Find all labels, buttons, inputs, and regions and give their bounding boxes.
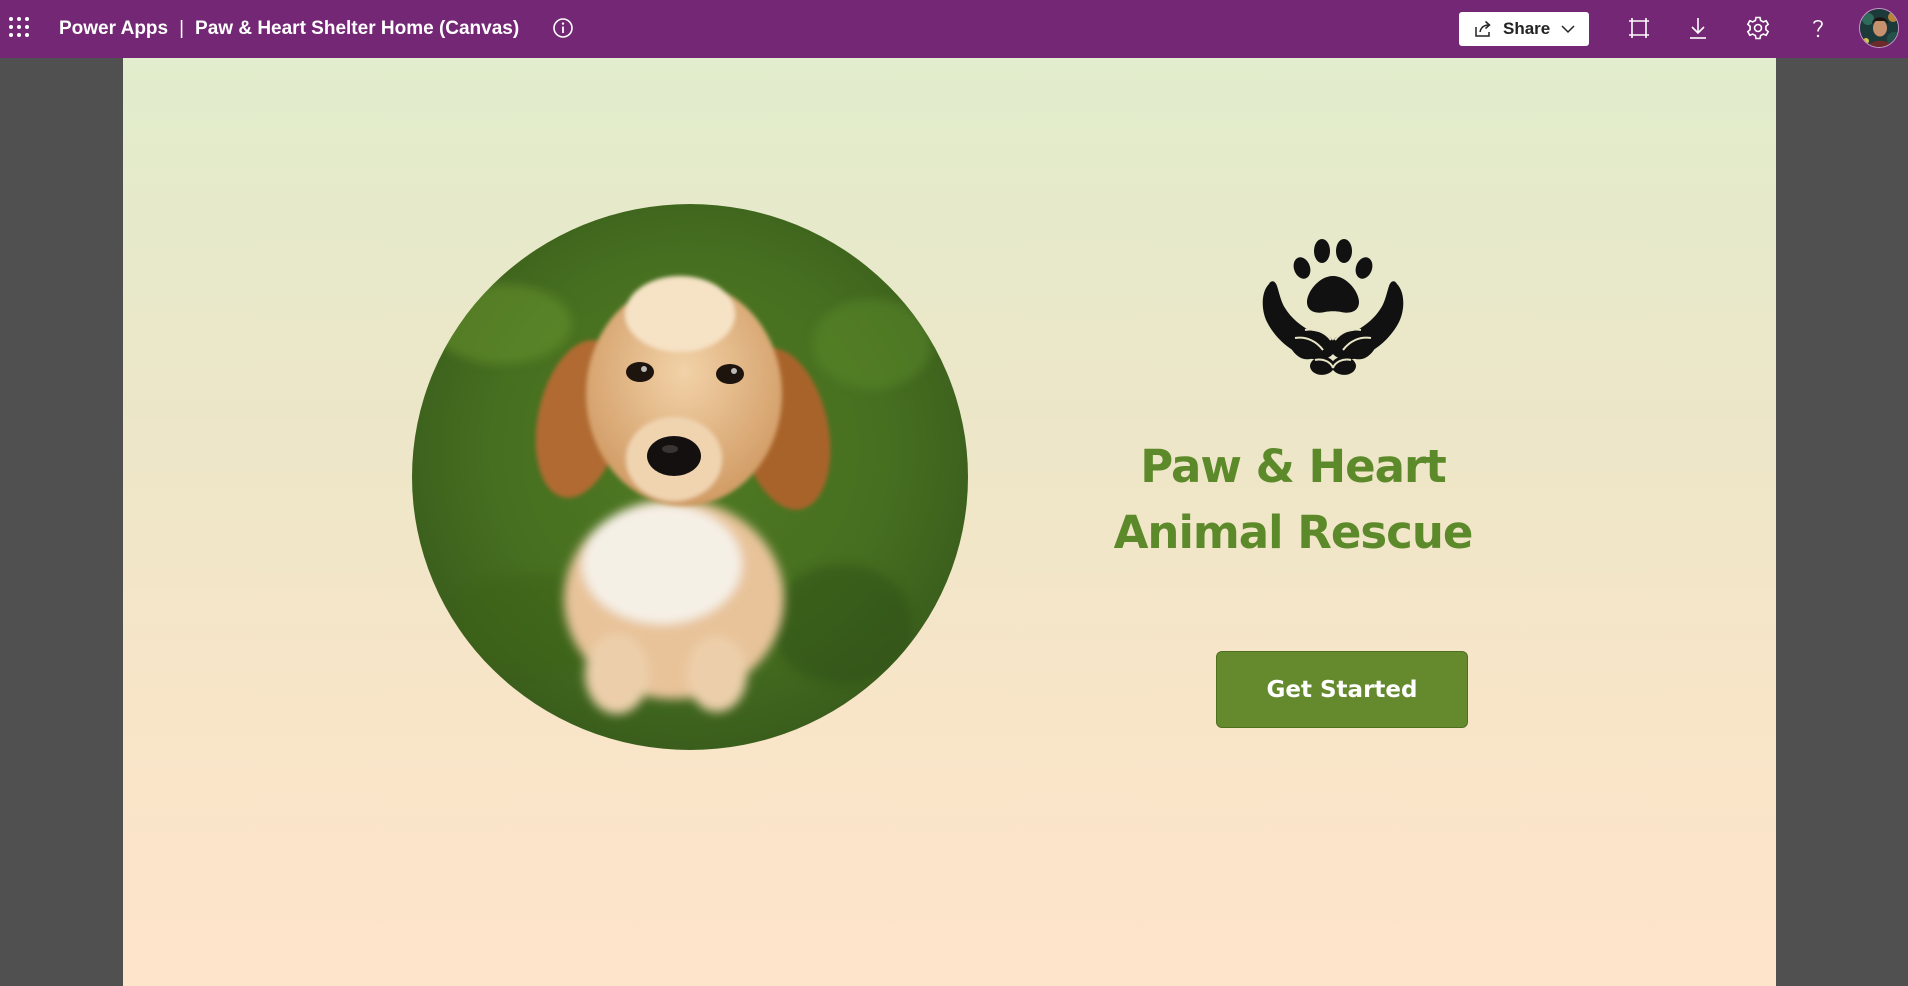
- chevron-down-icon: [1561, 25, 1575, 34]
- settings-icon[interactable]: [1745, 15, 1771, 41]
- download-icon[interactable]: [1685, 15, 1711, 41]
- help-icon[interactable]: [1805, 15, 1831, 41]
- title-line-2: Animal Rescue: [1113, 506, 1474, 559]
- app-title: Power Apps | Paw & Heart Shelter Home (C…: [59, 0, 519, 58]
- dog-photo: [412, 204, 968, 750]
- fit-to-screen-icon[interactable]: [1626, 15, 1652, 41]
- info-icon[interactable]: [552, 17, 574, 39]
- app-canvas: Paw & Heart Animal Rescue Get Started: [123, 58, 1776, 986]
- avatar[interactable]: [1859, 8, 1899, 48]
- waffle-icon[interactable]: [8, 16, 30, 38]
- paw-in-hands-logo: [1262, 239, 1404, 375]
- top-bar: Power Apps | Paw & Heart Shelter Home (C…: [0, 0, 1908, 58]
- app-name: Paw & Heart Shelter Home (Canvas): [195, 18, 520, 39]
- get-started-label: Get Started: [1266, 676, 1418, 703]
- avatar-image: [1860, 9, 1898, 47]
- title-separator: |: [179, 18, 185, 39]
- share-icon: [1475, 20, 1491, 37]
- get-started-button[interactable]: Get Started: [1216, 651, 1468, 728]
- product-name: Power Apps: [59, 18, 169, 39]
- share-label: Share: [1503, 19, 1551, 38]
- share-button[interactable]: Share: [1459, 12, 1589, 46]
- title-line-1: Paw & Heart: [1140, 440, 1447, 493]
